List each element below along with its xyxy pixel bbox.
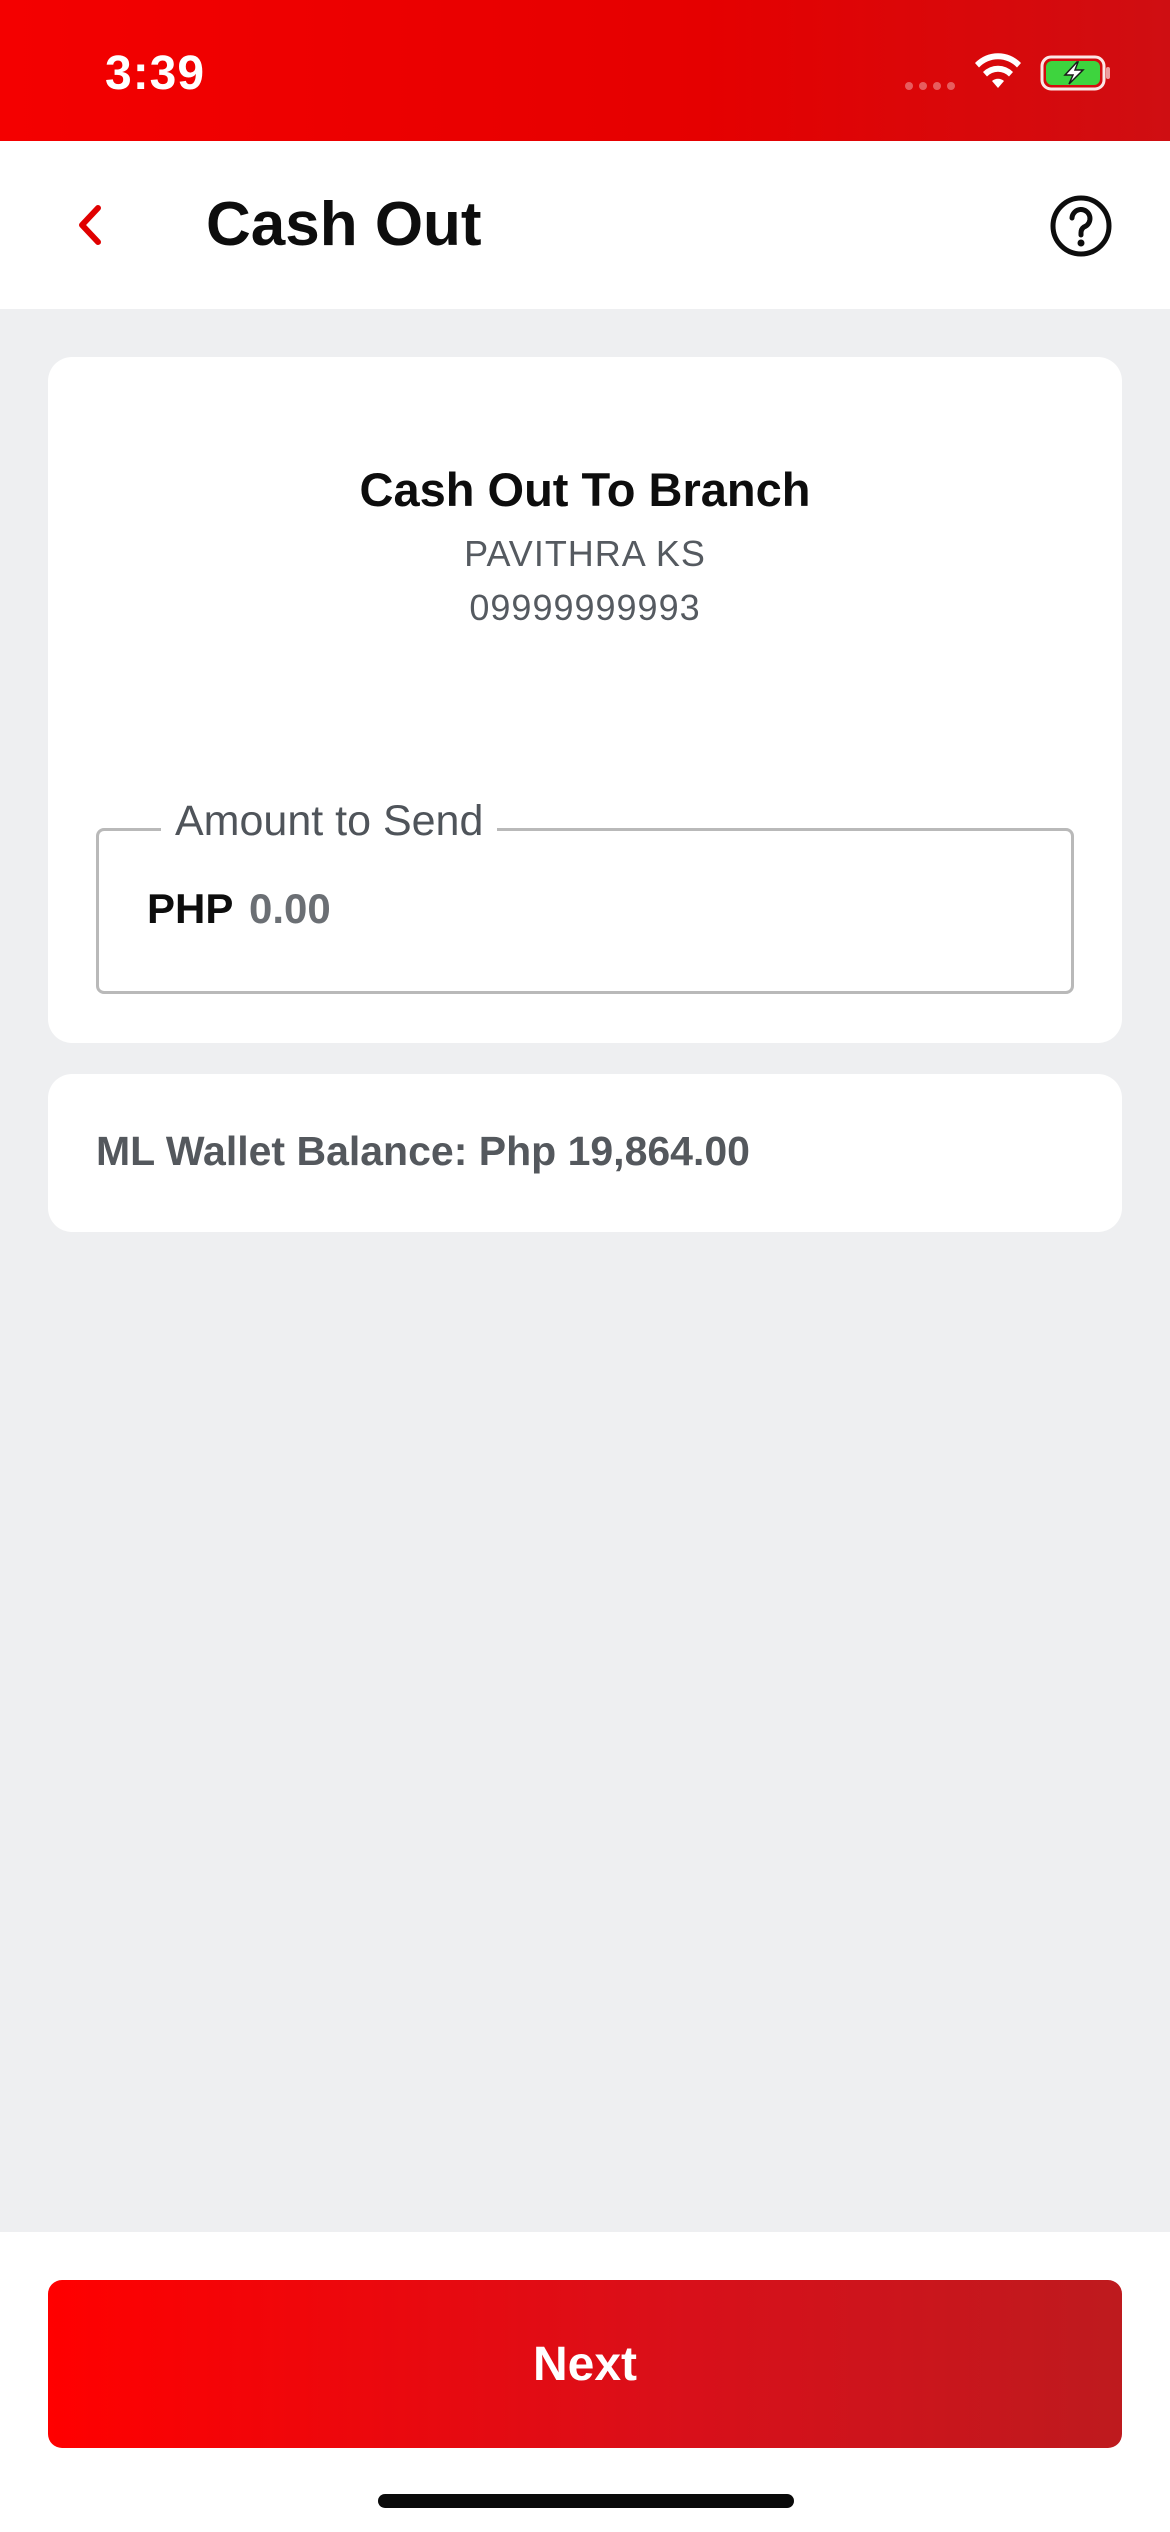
navigation-bar: Cash Out (0, 141, 1170, 309)
back-button[interactable] (60, 187, 120, 263)
status-time: 3:39 (105, 47, 206, 100)
help-button[interactable] (1048, 193, 1114, 259)
wifi-icon (975, 53, 1021, 88)
balance-card: ML Wallet Balance: Php 19,864.00 (48, 1074, 1122, 1232)
status-bar: 3:39 (0, 0, 1170, 141)
recipient-name: PAVITHRA KS (464, 533, 706, 574)
currency-label: PHP (147, 885, 234, 932)
cash-out-title: Cash Out To Branch (359, 463, 811, 516)
amount-input[interactable] (249, 879, 1029, 939)
signal-icon (905, 82, 955, 90)
wallet-balance: ML Wallet Balance: Php 19,864.00 (96, 1128, 750, 1174)
amount-field[interactable]: Amount to Send PHP (96, 797, 1074, 994)
cash-out-card: Cash Out To Branch PAVITHRA KS 099999999… (48, 357, 1122, 1043)
next-button[interactable]: Next (48, 2280, 1122, 2448)
amount-label: Amount to Send (161, 797, 498, 846)
bottom-action-area: Next (0, 2232, 1170, 2532)
help-circle-icon (1050, 195, 1112, 257)
page-title: Cash Out (206, 190, 482, 259)
battery-charging-icon (1040, 55, 1110, 91)
chevron-left-icon (79, 205, 101, 245)
home-indicator (378, 2494, 794, 2508)
recipient-phone: 09999999993 (469, 587, 701, 628)
